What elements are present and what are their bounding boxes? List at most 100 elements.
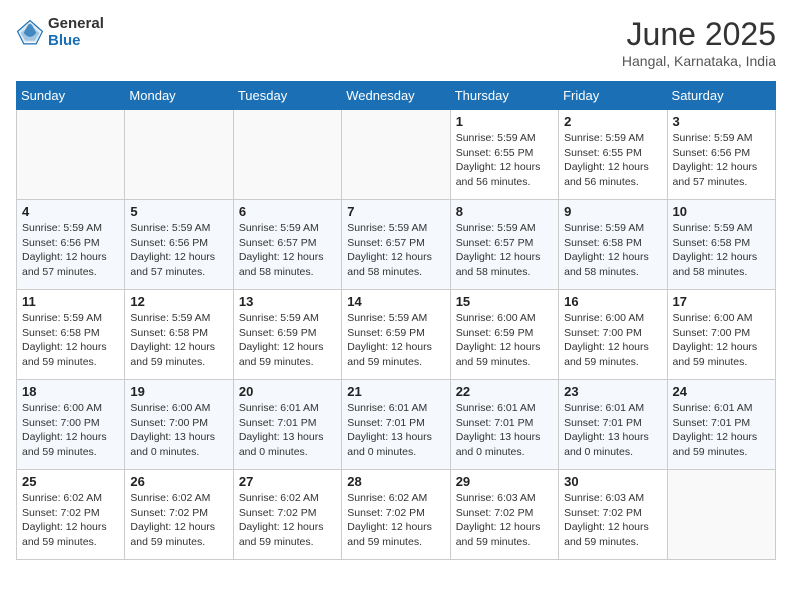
calendar-cell: 9 Sunrise: 5:59 AMSunset: 6:58 PMDayligh… xyxy=(559,200,667,290)
column-header-thursday: Thursday xyxy=(450,82,558,110)
calendar-week-5: 25 Sunrise: 6:02 AMSunset: 7:02 PMDaylig… xyxy=(17,470,776,560)
day-number: 2 xyxy=(564,114,661,129)
page-header: General Blue June 2025 Hangal, Karnataka… xyxy=(16,16,776,69)
calendar-cell: 13 Sunrise: 5:59 AMSunset: 6:59 PMDaylig… xyxy=(233,290,341,380)
calendar-cell: 25 Sunrise: 6:02 AMSunset: 7:02 PMDaylig… xyxy=(17,470,125,560)
calendar-cell xyxy=(125,110,233,200)
day-info: Sunrise: 6:01 AMSunset: 7:01 PMDaylight:… xyxy=(456,402,541,458)
day-info: Sunrise: 6:02 AMSunset: 7:02 PMDaylight:… xyxy=(239,492,324,548)
calendar-cell xyxy=(233,110,341,200)
day-number: 17 xyxy=(673,294,770,309)
calendar-cell: 11 Sunrise: 5:59 AMSunset: 6:58 PMDaylig… xyxy=(17,290,125,380)
day-info: Sunrise: 6:02 AMSunset: 7:02 PMDaylight:… xyxy=(347,492,432,548)
calendar-cell: 28 Sunrise: 6:02 AMSunset: 7:02 PMDaylig… xyxy=(342,470,450,560)
calendar-week-3: 11 Sunrise: 5:59 AMSunset: 6:58 PMDaylig… xyxy=(17,290,776,380)
day-info: Sunrise: 5:59 AMSunset: 6:57 PMDaylight:… xyxy=(456,222,541,278)
calendar-table: SundayMondayTuesdayWednesdayThursdayFrid… xyxy=(16,81,776,560)
calendar-cell: 5 Sunrise: 5:59 AMSunset: 6:56 PMDayligh… xyxy=(125,200,233,290)
day-info: Sunrise: 6:02 AMSunset: 7:02 PMDaylight:… xyxy=(22,492,107,548)
calendar-week-4: 18 Sunrise: 6:00 AMSunset: 7:00 PMDaylig… xyxy=(17,380,776,470)
logo-blue: Blue xyxy=(48,33,104,50)
column-header-wednesday: Wednesday xyxy=(342,82,450,110)
day-info: Sunrise: 5:59 AMSunset: 6:58 PMDaylight:… xyxy=(673,222,758,278)
day-number: 25 xyxy=(22,474,119,489)
day-info: Sunrise: 6:00 AMSunset: 7:00 PMDaylight:… xyxy=(22,402,107,458)
day-number: 19 xyxy=(130,384,227,399)
column-header-tuesday: Tuesday xyxy=(233,82,341,110)
calendar-cell: 4 Sunrise: 5:59 AMSunset: 6:56 PMDayligh… xyxy=(17,200,125,290)
calendar-header-row: SundayMondayTuesdayWednesdayThursdayFrid… xyxy=(17,82,776,110)
day-number: 12 xyxy=(130,294,227,309)
day-info: Sunrise: 5:59 AMSunset: 6:55 PMDaylight:… xyxy=(456,132,541,188)
day-number: 28 xyxy=(347,474,444,489)
calendar-cell: 10 Sunrise: 5:59 AMSunset: 6:58 PMDaylig… xyxy=(667,200,775,290)
day-number: 13 xyxy=(239,294,336,309)
column-header-monday: Monday xyxy=(125,82,233,110)
day-info: Sunrise: 5:59 AMSunset: 6:56 PMDaylight:… xyxy=(130,222,215,278)
day-number: 27 xyxy=(239,474,336,489)
day-number: 20 xyxy=(239,384,336,399)
day-number: 3 xyxy=(673,114,770,129)
day-info: Sunrise: 6:00 AMSunset: 7:00 PMDaylight:… xyxy=(130,402,215,458)
day-number: 10 xyxy=(673,204,770,219)
calendar-cell: 3 Sunrise: 5:59 AMSunset: 6:56 PMDayligh… xyxy=(667,110,775,200)
day-info: Sunrise: 6:01 AMSunset: 7:01 PMDaylight:… xyxy=(239,402,324,458)
day-info: Sunrise: 5:59 AMSunset: 6:55 PMDaylight:… xyxy=(564,132,649,188)
day-info: Sunrise: 5:59 AMSunset: 6:56 PMDaylight:… xyxy=(673,132,758,188)
day-info: Sunrise: 6:01 AMSunset: 7:01 PMDaylight:… xyxy=(673,402,758,458)
calendar-cell xyxy=(342,110,450,200)
calendar-cell: 29 Sunrise: 6:03 AMSunset: 7:02 PMDaylig… xyxy=(450,470,558,560)
calendar-cell: 6 Sunrise: 5:59 AMSunset: 6:57 PMDayligh… xyxy=(233,200,341,290)
calendar-cell: 24 Sunrise: 6:01 AMSunset: 7:01 PMDaylig… xyxy=(667,380,775,470)
day-info: Sunrise: 6:03 AMSunset: 7:02 PMDaylight:… xyxy=(564,492,649,548)
day-number: 7 xyxy=(347,204,444,219)
calendar-cell: 8 Sunrise: 5:59 AMSunset: 6:57 PMDayligh… xyxy=(450,200,558,290)
day-number: 11 xyxy=(22,294,119,309)
day-number: 6 xyxy=(239,204,336,219)
logo: General Blue xyxy=(16,16,104,49)
day-info: Sunrise: 6:02 AMSunset: 7:02 PMDaylight:… xyxy=(130,492,215,548)
location: Hangal, Karnataka, India xyxy=(622,53,776,69)
month-title: June 2025 xyxy=(622,16,776,53)
calendar-cell: 2 Sunrise: 5:59 AMSunset: 6:55 PMDayligh… xyxy=(559,110,667,200)
day-info: Sunrise: 6:03 AMSunset: 7:02 PMDaylight:… xyxy=(456,492,541,548)
logo-text: General Blue xyxy=(48,16,104,49)
calendar-cell: 27 Sunrise: 6:02 AMSunset: 7:02 PMDaylig… xyxy=(233,470,341,560)
day-info: Sunrise: 6:00 AMSunset: 7:00 PMDaylight:… xyxy=(564,312,649,368)
calendar-cell: 7 Sunrise: 5:59 AMSunset: 6:57 PMDayligh… xyxy=(342,200,450,290)
calendar-cell: 12 Sunrise: 5:59 AMSunset: 6:58 PMDaylig… xyxy=(125,290,233,380)
day-info: Sunrise: 5:59 AMSunset: 6:57 PMDaylight:… xyxy=(347,222,432,278)
day-number: 1 xyxy=(456,114,553,129)
logo-icon xyxy=(16,19,44,47)
day-number: 29 xyxy=(456,474,553,489)
day-info: Sunrise: 6:00 AMSunset: 7:00 PMDaylight:… xyxy=(673,312,758,368)
calendar-cell: 18 Sunrise: 6:00 AMSunset: 7:00 PMDaylig… xyxy=(17,380,125,470)
day-info: Sunrise: 6:01 AMSunset: 7:01 PMDaylight:… xyxy=(347,402,432,458)
calendar-cell: 19 Sunrise: 6:00 AMSunset: 7:00 PMDaylig… xyxy=(125,380,233,470)
day-info: Sunrise: 5:59 AMSunset: 6:58 PMDaylight:… xyxy=(22,312,107,368)
day-info: Sunrise: 5:59 AMSunset: 6:57 PMDaylight:… xyxy=(239,222,324,278)
calendar-cell: 16 Sunrise: 6:00 AMSunset: 7:00 PMDaylig… xyxy=(559,290,667,380)
calendar-cell xyxy=(667,470,775,560)
day-number: 24 xyxy=(673,384,770,399)
calendar-cell: 22 Sunrise: 6:01 AMSunset: 7:01 PMDaylig… xyxy=(450,380,558,470)
calendar-cell: 1 Sunrise: 5:59 AMSunset: 6:55 PMDayligh… xyxy=(450,110,558,200)
calendar-cell: 23 Sunrise: 6:01 AMSunset: 7:01 PMDaylig… xyxy=(559,380,667,470)
calendar-cell: 14 Sunrise: 5:59 AMSunset: 6:59 PMDaylig… xyxy=(342,290,450,380)
day-number: 8 xyxy=(456,204,553,219)
calendar-week-1: 1 Sunrise: 5:59 AMSunset: 6:55 PMDayligh… xyxy=(17,110,776,200)
day-number: 14 xyxy=(347,294,444,309)
calendar-week-2: 4 Sunrise: 5:59 AMSunset: 6:56 PMDayligh… xyxy=(17,200,776,290)
title-block: June 2025 Hangal, Karnataka, India xyxy=(622,16,776,69)
day-info: Sunrise: 5:59 AMSunset: 6:58 PMDaylight:… xyxy=(564,222,649,278)
day-number: 26 xyxy=(130,474,227,489)
day-info: Sunrise: 5:59 AMSunset: 6:58 PMDaylight:… xyxy=(130,312,215,368)
column-header-friday: Friday xyxy=(559,82,667,110)
day-number: 9 xyxy=(564,204,661,219)
calendar-cell xyxy=(17,110,125,200)
day-number: 23 xyxy=(564,384,661,399)
column-header-saturday: Saturday xyxy=(667,82,775,110)
day-info: Sunrise: 6:01 AMSunset: 7:01 PMDaylight:… xyxy=(564,402,649,458)
day-number: 22 xyxy=(456,384,553,399)
calendar-cell: 21 Sunrise: 6:01 AMSunset: 7:01 PMDaylig… xyxy=(342,380,450,470)
